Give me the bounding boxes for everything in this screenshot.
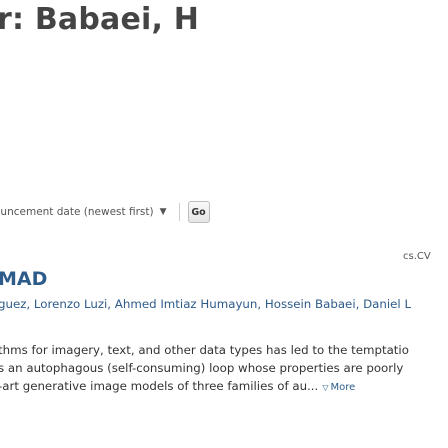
sort-order-select[interactable]: ouncement date (newest first) ▼ bbox=[0, 201, 173, 223]
abstract: thms for imagery, text, and other data t… bbox=[0, 341, 448, 397]
more-link[interactable]: ▽ More bbox=[322, 382, 355, 393]
abstract-line: -art generative image models of three fa… bbox=[0, 377, 448, 397]
sort-order-value: ouncement date (newest first) bbox=[0, 206, 154, 218]
more-label: More bbox=[330, 382, 356, 393]
abstract-line: thms for imagery, text, and other data t… bbox=[0, 343, 409, 357]
author-list[interactable]: guez, Lorenzo Luzi, Ahmed Imtiaz Humayun… bbox=[0, 297, 411, 311]
page-title: r: Babaei, H bbox=[0, 2, 200, 37]
abstract-line-text: -art generative image models of three fa… bbox=[0, 379, 319, 393]
sort-controls: ouncement date (newest first) ▼ Go bbox=[0, 197, 210, 227]
chevron-down-icon: ▼ bbox=[159, 207, 167, 217]
result-title[interactable]: MAD bbox=[0, 268, 47, 290]
go-button[interactable]: Go bbox=[187, 201, 210, 223]
divider bbox=[178, 203, 180, 221]
triangle-down-icon: ▽ bbox=[322, 383, 329, 392]
category-tag[interactable]: cs.CV bbox=[403, 251, 431, 262]
abstract-line: s an autophagous (self-consuming) loop w… bbox=[0, 361, 404, 375]
